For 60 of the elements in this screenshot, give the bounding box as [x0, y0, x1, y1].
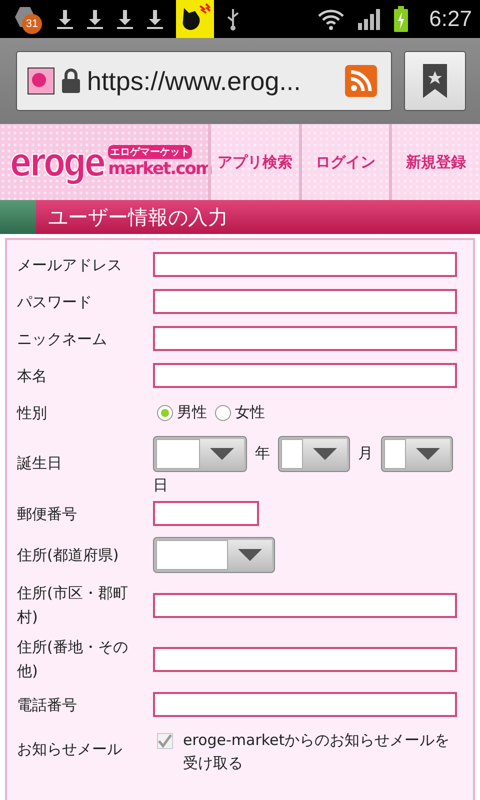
dropdown-arrow-icon: [210, 448, 234, 460]
radio-button[interactable]: [215, 404, 231, 420]
app-icon: [176, 0, 214, 38]
url-field[interactable]: https://www.erog...: [16, 51, 392, 111]
field-label: 性別: [17, 402, 48, 424]
signal-icon: [357, 7, 382, 31]
logo-kana: エロゲマーケット: [108, 145, 192, 159]
dropdown-select[interactable]: [278, 436, 350, 472]
dropdown-arrow-icon: [416, 448, 440, 460]
input-field[interactable]: [153, 289, 457, 314]
field-label: 誕生日: [17, 453, 63, 474]
nav-link[interactable]: アプリ検索: [208, 124, 299, 200]
battery-charging-icon: [393, 6, 410, 32]
date-unit-label: 月: [358, 444, 373, 463]
field-label: パスワード: [17, 292, 93, 312]
input-field[interactable]: [153, 252, 457, 277]
field-label: メールアドレス: [17, 254, 123, 276]
dropdown-select[interactable]: [153, 436, 247, 472]
site-favicon: [27, 67, 55, 95]
input-field[interactable]: [153, 646, 457, 672]
radio-label: 女性: [235, 403, 265, 422]
radio-button[interactable]: [157, 404, 173, 420]
input-field[interactable]: [153, 592, 457, 618]
nav-link[interactable]: ログイン: [298, 124, 390, 200]
checkbox-label: eroge-marketからのお知らせメールを受け取る: [183, 730, 451, 774]
field-label: 住所(都道府県): [17, 545, 120, 566]
field-label: 住所(市区・郡町村): [17, 583, 129, 628]
download-icon: [56, 8, 74, 30]
download-icon: [116, 8, 134, 30]
field-label: お知らせメール: [17, 739, 123, 760]
download-icon: [86, 8, 104, 30]
lock-icon: [61, 67, 81, 95]
field-label: 電話番号: [17, 694, 78, 716]
wifi-icon: [317, 7, 346, 31]
dropdown-arrow-icon: [238, 549, 262, 561]
status-time: 6:27: [429, 6, 472, 32]
section-title: ユーザー情報の入力: [48, 204, 228, 230]
nav-link[interactable]: 新規登録: [389, 124, 480, 200]
usb-icon: [226, 7, 240, 31]
logo-text: eroge: [10, 138, 104, 186]
field-label: ニックネーム: [17, 328, 108, 350]
rss-icon: [345, 65, 377, 97]
date-unit-label: 年: [255, 444, 270, 463]
date-unit-label: 日: [153, 476, 168, 494]
input-field[interactable]: [153, 501, 259, 526]
dropdown-select[interactable]: [153, 537, 275, 573]
dropdown-arrow-icon: [313, 448, 337, 460]
bookmark-icon: [423, 64, 447, 98]
dropdown-select[interactable]: [381, 436, 453, 472]
download-icon: [146, 8, 164, 30]
field-label: 住所(番地・その他): [17, 637, 129, 682]
field-label: 本名: [17, 366, 48, 386]
input-field[interactable]: [153, 326, 457, 351]
title-accent: [0, 200, 36, 234]
radio-label: 男性: [177, 403, 207, 422]
input-field[interactable]: [153, 363, 457, 388]
url-text: https://www.erog...: [87, 66, 302, 96]
field-label: 郵便番号: [17, 504, 78, 524]
bookmarks-button[interactable]: [404, 51, 466, 111]
input-field[interactable]: [153, 692, 457, 717]
